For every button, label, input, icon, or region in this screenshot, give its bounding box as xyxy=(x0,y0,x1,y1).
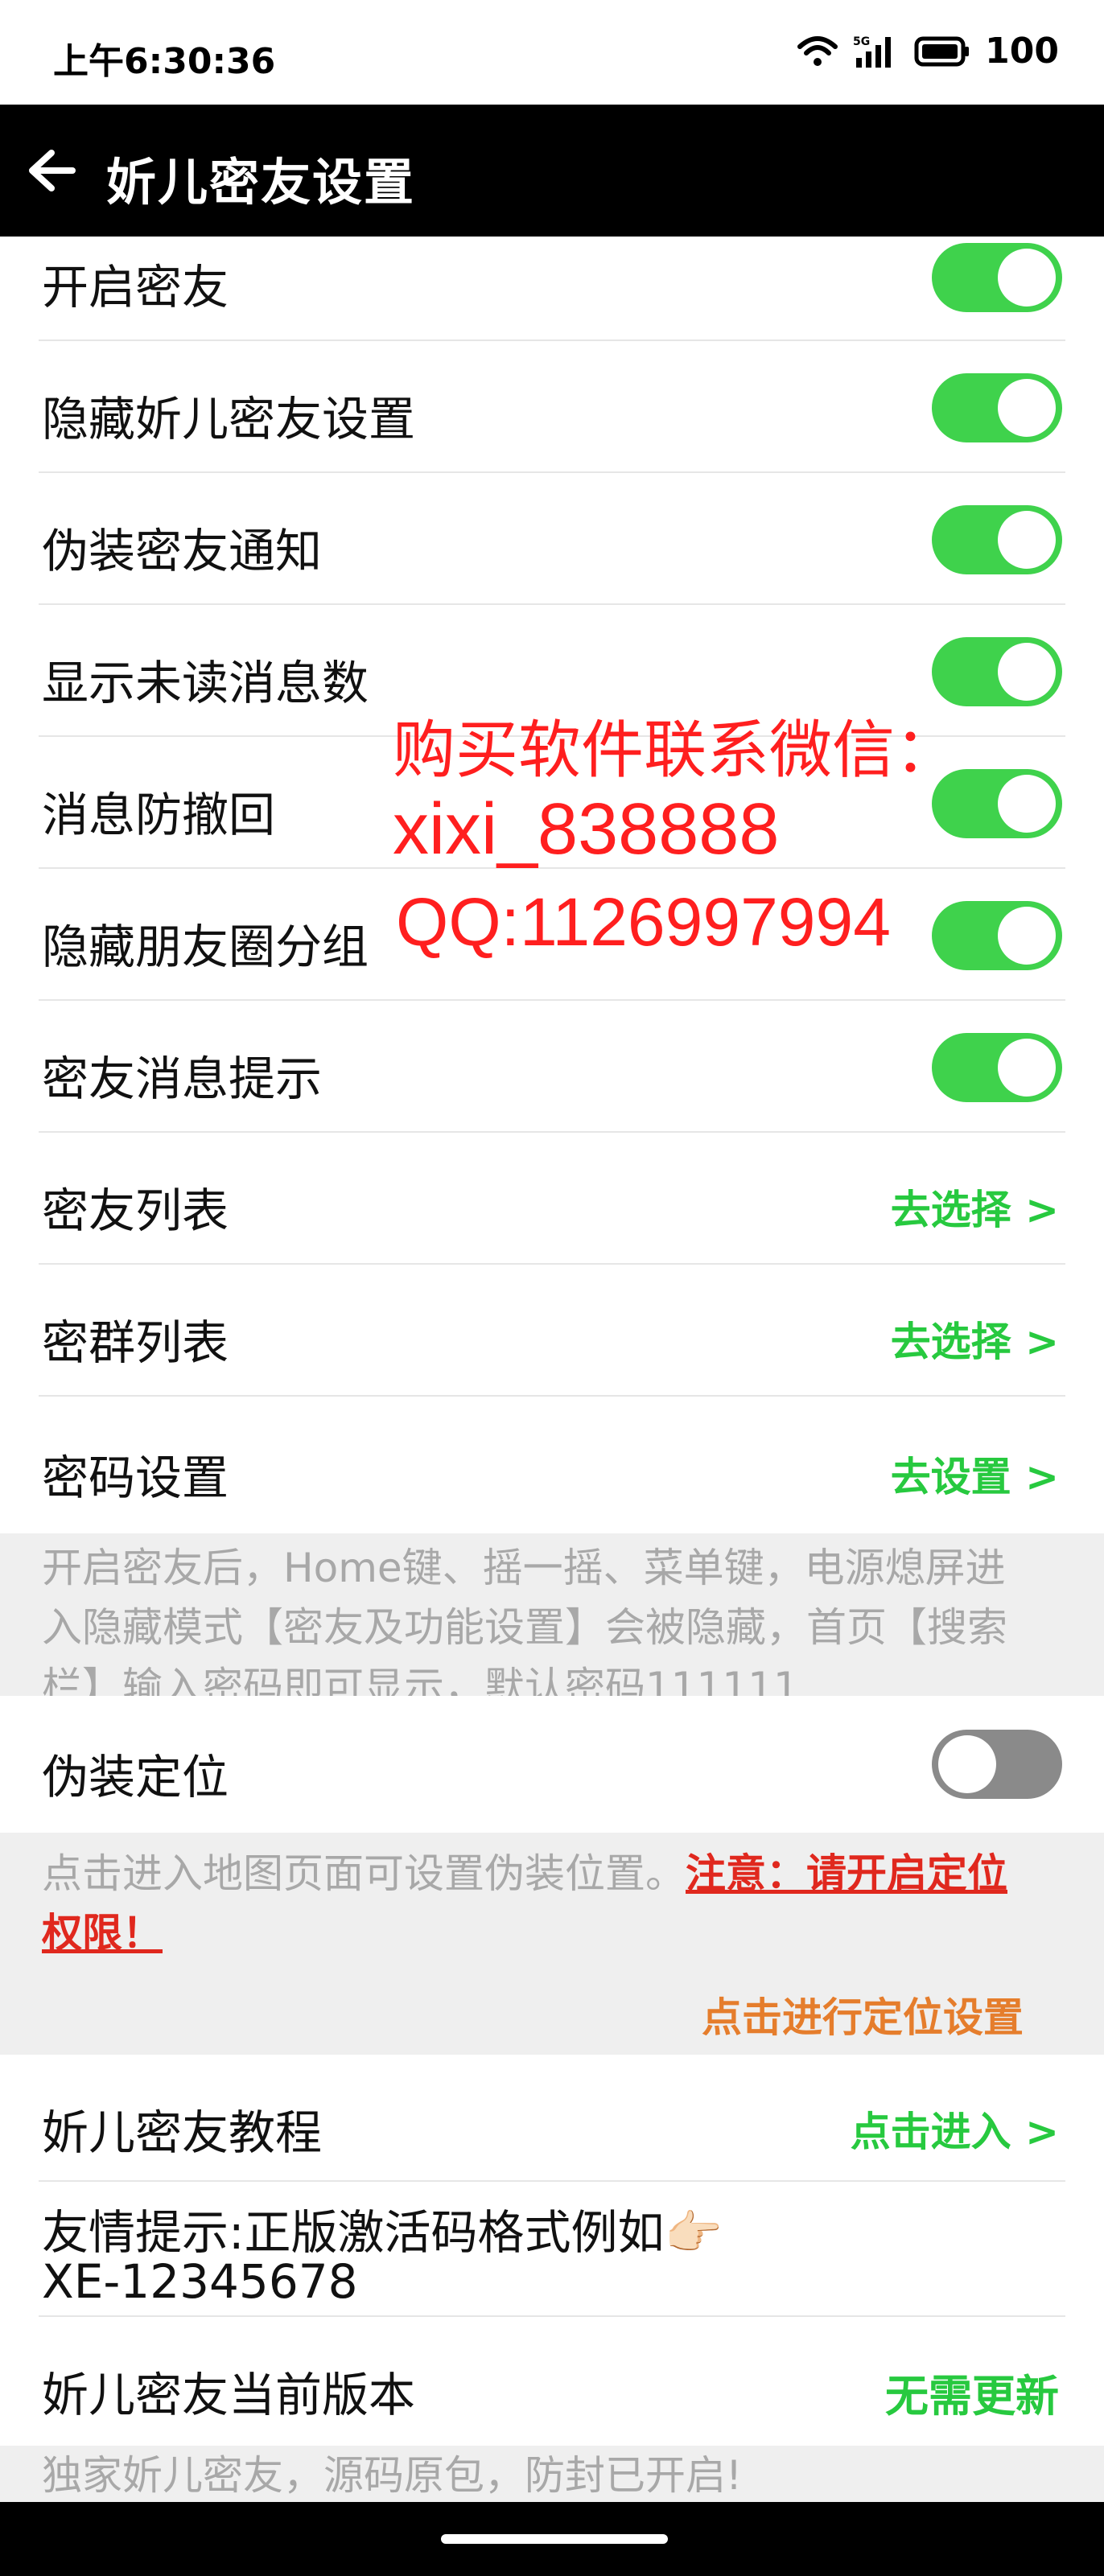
setting-label: 密友消息提示 xyxy=(42,1051,323,1106)
location-note: 点击进入地图页面可设置伪装位置。注意：请开启定位权限！ 点击进行定位设置 xyxy=(0,1833,1104,2055)
contact-watermark-line2: xixi_838888 xyxy=(393,789,780,870)
tip-line1: 友情提示:正版激活码格式例如👉🏻 xyxy=(42,2205,723,2260)
tip-line2: XE-12345678 xyxy=(42,2254,358,2309)
setting-label: 消息防撤回 xyxy=(42,788,276,842)
network-type: 5G xyxy=(853,35,870,48)
wifi-icon xyxy=(797,35,838,66)
group-list-select-link[interactable]: 去选择 > xyxy=(891,1310,1059,1368)
setting-label: 妡儿密友教程 xyxy=(42,2105,323,2160)
hide-settings-toggle[interactable] xyxy=(932,373,1062,442)
back-arrow-icon[interactable] xyxy=(24,146,77,195)
location-note-text: 点击进入地图页面可设置伪装位置。注意：请开启定位权限！ xyxy=(42,1844,1040,1963)
setting-row-hide-settings[interactable]: 隐藏妡儿密友设置 xyxy=(0,341,1104,473)
setting-label: 伪装定位 xyxy=(42,1750,229,1804)
setting-label: 伪装密友通知 xyxy=(42,524,323,578)
setting-row-disguise-notification[interactable]: 伪装密友通知 xyxy=(0,473,1104,605)
contact-watermark-line1: 购买软件联系微信： xyxy=(393,714,958,785)
status-icons: 5G 100 xyxy=(797,31,1059,72)
setting-label: 隐藏朋友圈分组 xyxy=(42,920,369,974)
cellular-signal-icon: 5G xyxy=(853,35,892,68)
location-settings-link[interactable]: 点击进行定位设置 xyxy=(702,1985,1024,2043)
version-status: 无需更新 xyxy=(885,2371,1059,2422)
setting-row-message-alert[interactable]: 密友消息提示 xyxy=(0,1001,1104,1133)
hide-moments-group-toggle[interactable] xyxy=(932,901,1062,970)
status-bar: 上午6:30:36 5G 100 xyxy=(0,0,1104,105)
setting-row-friend-list[interactable]: 密友列表 去选择 > xyxy=(0,1133,1104,1265)
fake-location-toggle[interactable] xyxy=(932,1730,1062,1799)
message-alert-toggle[interactable] xyxy=(932,1033,1062,1102)
setting-label: 开启密友 xyxy=(42,260,229,315)
setting-row-group-list[interactable]: 密群列表 去选择 > xyxy=(0,1265,1104,1397)
app-bar: 妡儿密友设置 xyxy=(0,105,1104,237)
battery-icon xyxy=(914,36,970,66)
page-title: 妡儿密友设置 xyxy=(106,153,416,212)
privacy-note-text: 开启密友后，Home键、摇一摇、菜单键，电源熄屏进入隐藏模式【密友及功能设置】会… xyxy=(42,1545,1007,1696)
home-indicator[interactable] xyxy=(441,2534,668,2544)
disguise-notification-toggle[interactable] xyxy=(932,505,1062,574)
enable-mi-you-toggle[interactable] xyxy=(932,243,1062,312)
password-settings-link[interactable]: 去设置 > xyxy=(891,1445,1059,1503)
setting-row-password[interactable]: 密码设置 去设置 > xyxy=(0,1397,1104,1533)
setting-row-version[interactable]: 妡儿密友当前版本 无需更新 xyxy=(0,2317,1104,2446)
friend-list-select-link[interactable]: 去选择 > xyxy=(891,1178,1059,1236)
setting-label: 密友列表 xyxy=(42,1183,229,1238)
tutorial-enter-link[interactable]: 点击进入 > xyxy=(851,2100,1059,2158)
status-time: 上午6:30:36 xyxy=(53,41,276,82)
system-navigation-bar xyxy=(0,2502,1104,2576)
contact-watermark-line3: QQ:1126997994 xyxy=(396,884,891,960)
setting-row-tutorial[interactable]: 妡儿密友教程 点击进入 > xyxy=(0,2055,1104,2182)
footer-text: 独家妡儿密友，源码原包，防封已开启! xyxy=(42,2452,743,2499)
location-note-info: 点击进入地图页面可设置伪装位置。 xyxy=(42,1850,686,1897)
activation-code-tip: 友情提示:正版激活码格式例如👉🏻 XE-12345678 xyxy=(0,2182,1104,2317)
setting-label: 隐藏妡儿密友设置 xyxy=(42,392,416,446)
unread-count-toggle[interactable] xyxy=(932,637,1062,706)
setting-label: 显示未读消息数 xyxy=(42,656,369,710)
setting-label: 密群列表 xyxy=(42,1315,229,1370)
setting-label: 密码设置 xyxy=(42,1451,229,1505)
battery-level: 100 xyxy=(985,31,1059,72)
setting-label: 妡儿密友当前版本 xyxy=(42,2368,416,2422)
footer-note: 独家妡儿密友，源码原包，防封已开启! xyxy=(0,2446,1104,2502)
setting-row-fake-location[interactable]: 伪装定位 xyxy=(0,1696,1104,1833)
privacy-note: 开启密友后，Home键、摇一摇、菜单键，电源熄屏进入隐藏模式【密友及功能设置】会… xyxy=(0,1533,1104,1696)
setting-row-enable-mi-you[interactable]: 开启密友 xyxy=(0,237,1104,341)
